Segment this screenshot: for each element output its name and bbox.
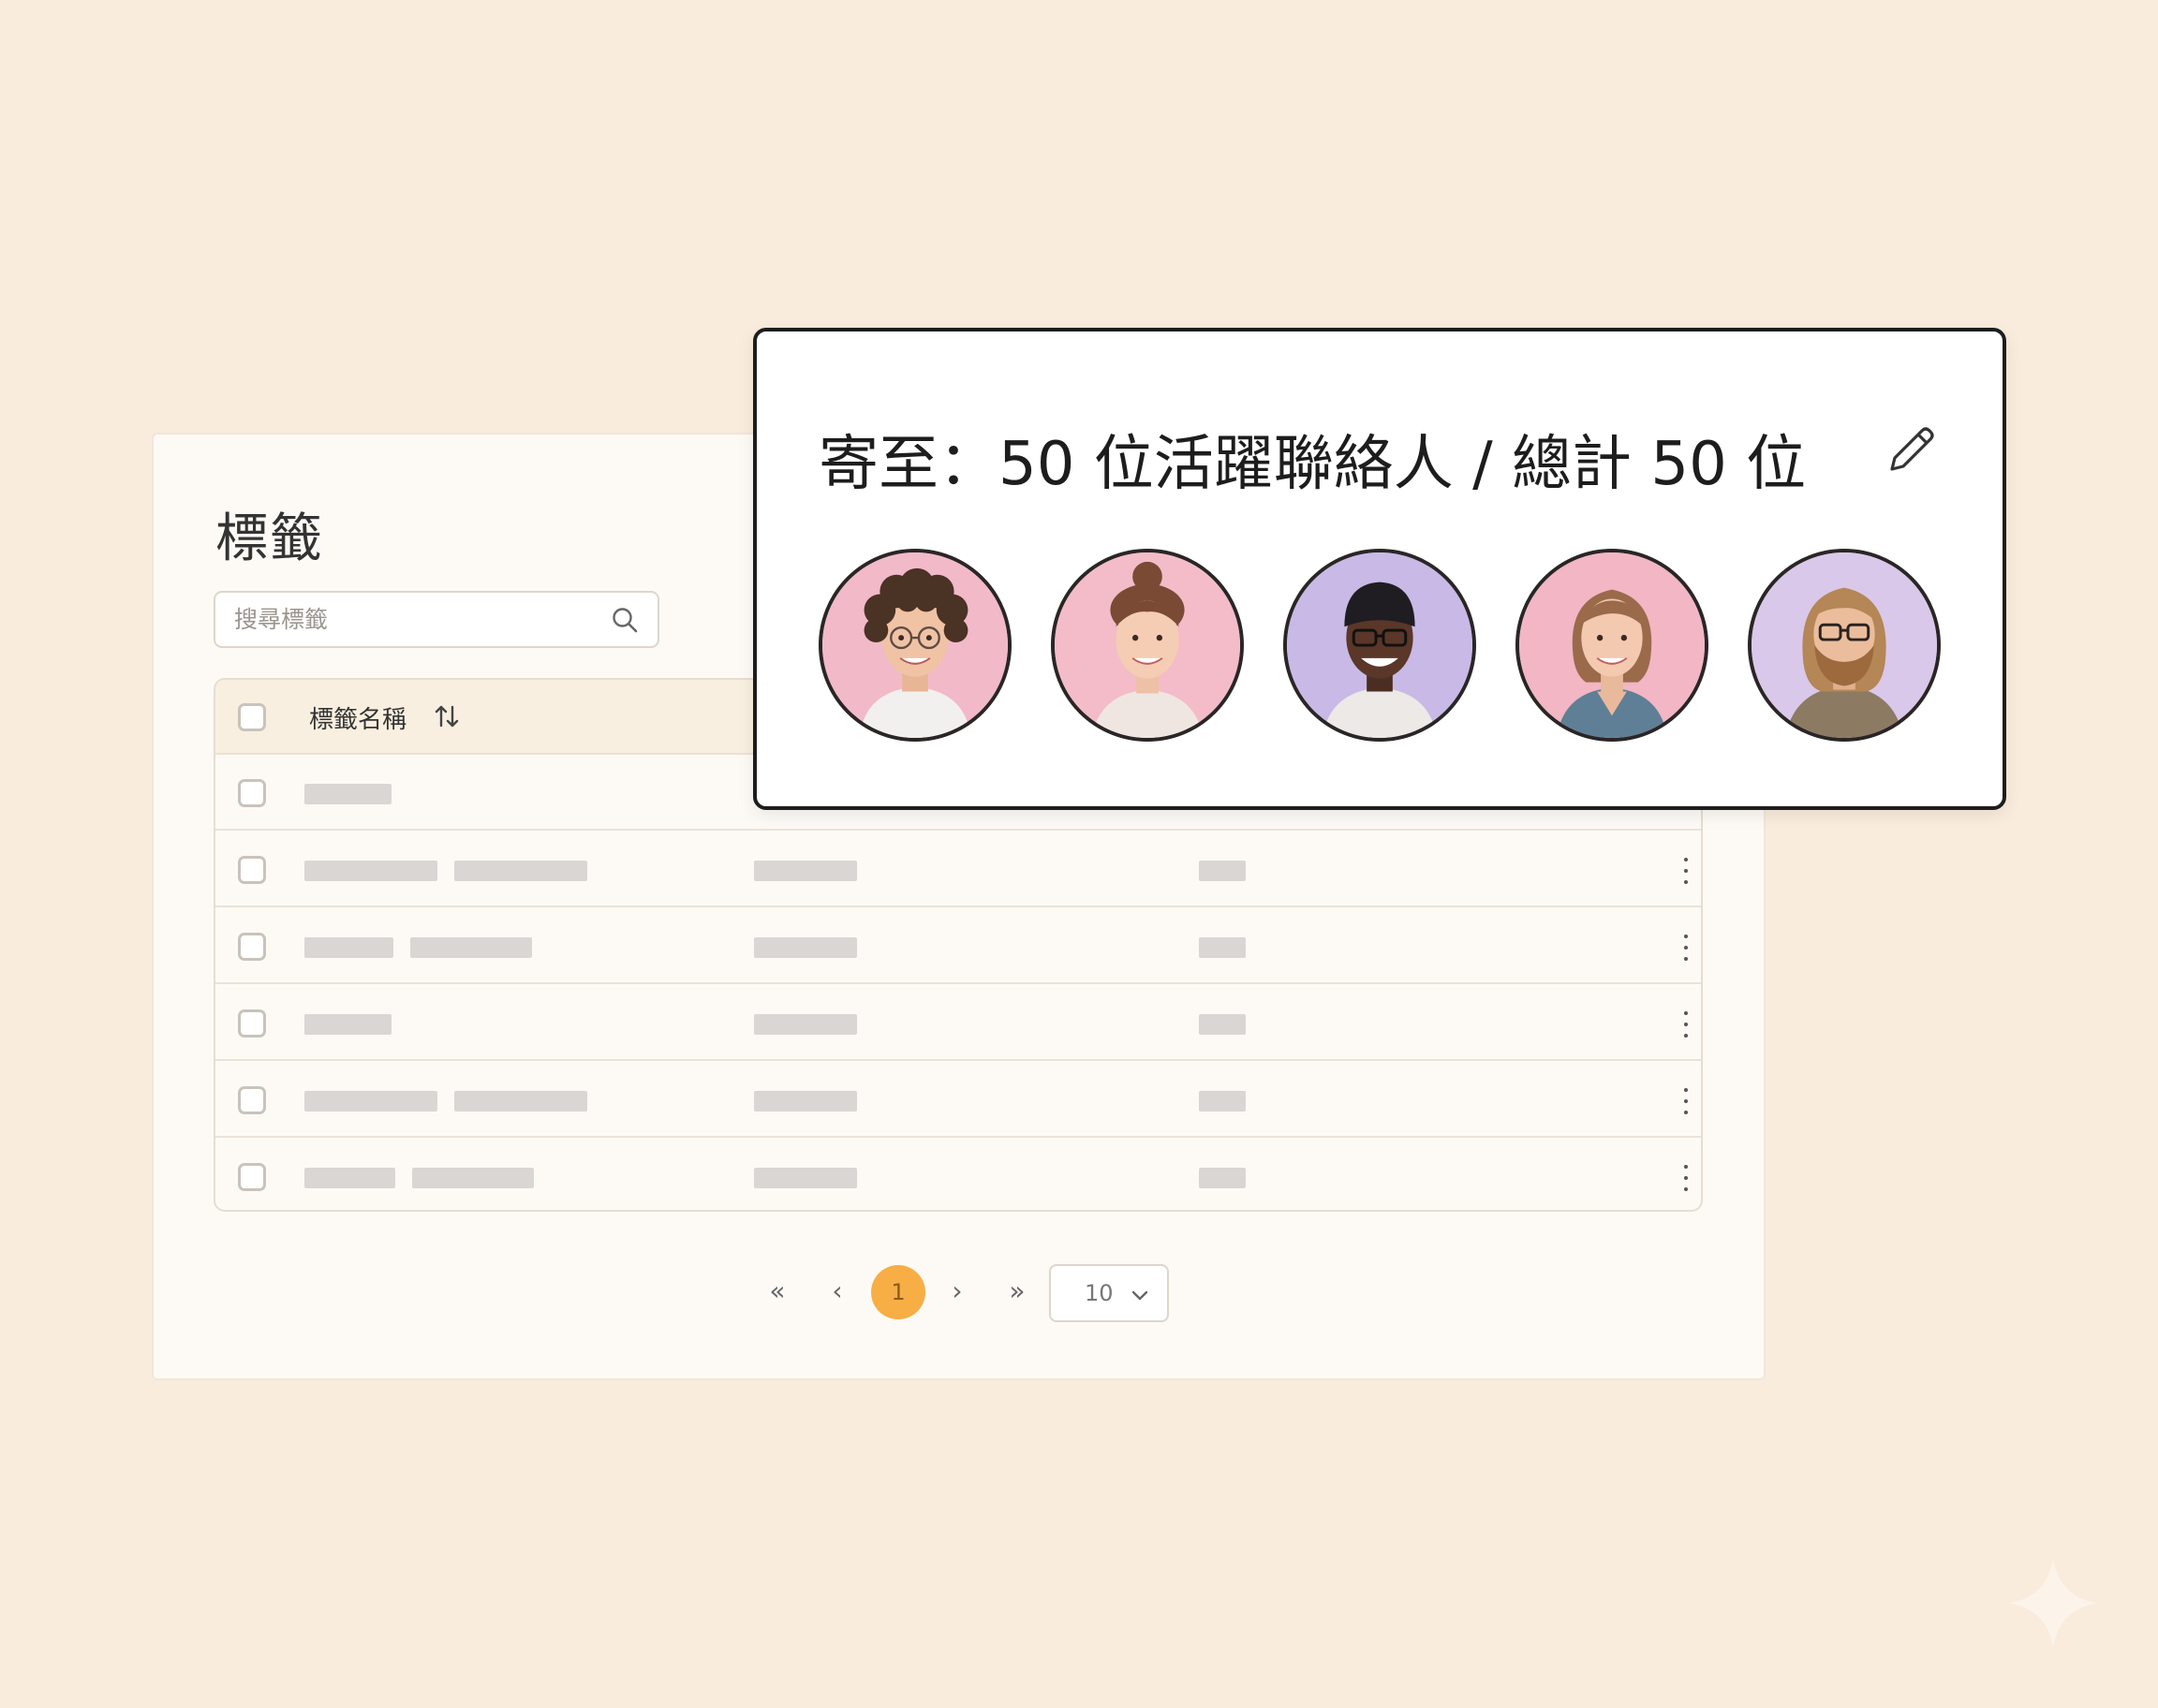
kebab-menu-icon[interactable] [1677,935,1695,961]
sort-icon[interactable] [433,702,461,730]
avatar-portrait [1055,552,1240,738]
skeleton-placeholder [304,1014,392,1035]
skeleton-placeholder [754,1091,857,1112]
skeleton-placeholder [1199,937,1246,958]
skeleton-placeholder [454,1091,587,1112]
page-size-value: 10 [1085,1280,1114,1306]
skeleton-placeholder [1199,1168,1246,1188]
last-page-button[interactable]: » [998,1264,1036,1318]
contact-avatar[interactable] [1051,549,1244,742]
skeleton-placeholder [304,784,392,804]
page-title: 標籤 [215,508,324,569]
row-checkbox[interactable] [238,856,266,884]
table-row[interactable] [215,1139,1701,1210]
row-checkbox[interactable] [238,779,266,807]
avatar-portrait [822,552,1008,738]
avatar-portrait [1752,552,1937,738]
skeleton-placeholder [754,861,857,881]
skeleton-placeholder [304,937,393,958]
recipient-summary-title: 寄至：50 位活躍聯絡人 / 總計 50 位 [819,430,1807,499]
kebab-menu-icon[interactable] [1677,1088,1695,1114]
skeleton-placeholder [754,937,857,958]
skeleton-placeholder [304,1091,437,1112]
first-page-button[interactable]: « [759,1264,796,1318]
contact-avatar[interactable] [1283,549,1476,742]
kebab-menu-icon[interactable] [1677,1165,1695,1191]
pencil-edit-icon[interactable] [1881,420,1941,480]
skeleton-placeholder [1199,1014,1246,1035]
row-checkbox[interactable] [238,1009,266,1038]
avatar-portrait [1287,552,1472,738]
chevron-down-icon [1131,1290,1148,1301]
pagination: « ‹ 1 › » 10 [154,1264,1764,1330]
row-checkbox[interactable] [238,1163,266,1191]
select-all-checkbox[interactable] [238,703,266,731]
table-row[interactable] [215,908,1701,984]
row-checkbox[interactable] [238,933,266,961]
table-row[interactable] [215,1062,1701,1138]
page-size-select[interactable]: 10 [1049,1264,1169,1322]
prev-page-button[interactable]: ‹ [819,1264,856,1318]
sparkle-icon [2008,1558,2098,1648]
contact-avatar[interactable] [1515,549,1708,742]
current-page-button[interactable]: 1 [871,1265,925,1319]
table-row[interactable] [215,985,1701,1061]
table-row[interactable] [215,832,1701,907]
contact-avatar[interactable] [819,549,1012,742]
search-icon[interactable] [611,606,639,634]
skeleton-placeholder [1199,861,1246,881]
skeleton-placeholder [304,1168,395,1188]
column-header-tag-name: 標籤名稱 [309,706,407,734]
next-page-button[interactable]: › [939,1264,976,1318]
skeleton-placeholder [754,1014,857,1035]
skeleton-placeholder [454,861,587,881]
recipient-card: 寄至：50 位活躍聯絡人 / 總計 50 位 [753,328,2006,810]
kebab-menu-icon[interactable] [1677,858,1695,884]
skeleton-placeholder [304,861,437,881]
skeleton-placeholder [1199,1091,1246,1112]
contact-avatar[interactable] [1748,549,1941,742]
skeleton-placeholder [410,937,532,958]
kebab-menu-icon[interactable] [1677,1011,1695,1038]
search-input[interactable] [234,593,590,646]
row-checkbox[interactable] [238,1086,266,1114]
avatar-portrait [1519,552,1705,738]
skeleton-placeholder [412,1168,534,1188]
search-box[interactable] [214,591,659,648]
skeleton-placeholder [754,1168,857,1188]
